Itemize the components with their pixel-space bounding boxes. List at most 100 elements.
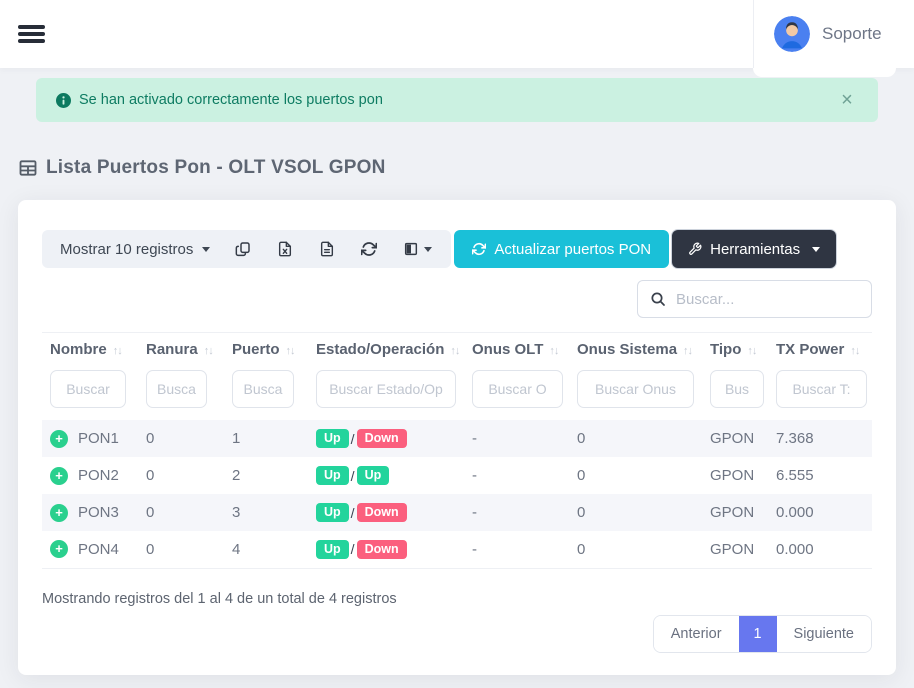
badge-separator: /: [351, 431, 355, 447]
column-header-onus-olt[interactable]: Onus OLT: [464, 333, 569, 369]
header-row: Nombre Ranura Puerto Estado/Operación On…: [42, 333, 872, 369]
cell-ranura: 0: [138, 494, 224, 531]
page-length-select[interactable]: Mostrar 10 registros: [48, 241, 222, 258]
cell-tipo: GPON: [702, 494, 768, 531]
sort-icon: [113, 345, 122, 357]
operation-badge: Down: [357, 540, 407, 559]
filter-input-tipo[interactable]: [710, 370, 764, 408]
expand-row-icon[interactable]: [50, 504, 68, 522]
status-badge: Up: [316, 466, 349, 485]
user-menu[interactable]: Soporte: [753, 0, 896, 68]
cell-onus-olt: -: [464, 494, 569, 531]
cell-tipo: GPON: [702, 420, 768, 457]
cell-puerto: 2: [224, 457, 308, 494]
table-toolbar: Mostrar 10 registros: [42, 230, 872, 268]
sort-icon: [747, 345, 756, 357]
sort-icon: [286, 345, 295, 357]
table-card: Mostrar 10 registros: [18, 200, 896, 675]
cell-onus-sistema: 0: [569, 457, 702, 494]
status-badge: Up: [316, 540, 349, 559]
sort-icon: [850, 345, 859, 357]
table-row: PON3 0 3 Up/Down - 0 GPON 0.000: [42, 494, 872, 531]
navbar-extension: [753, 68, 896, 77]
close-icon[interactable]: [836, 90, 858, 110]
column-header-tipo[interactable]: Tipo: [702, 333, 768, 369]
cell-onus-olt: -: [464, 531, 569, 568]
chevron-down-icon: [424, 247, 432, 252]
refresh-icon: [361, 241, 377, 257]
cell-puerto: 4: [224, 531, 308, 568]
column-header-ranura[interactable]: Ranura: [138, 333, 224, 369]
table-row: PON1 0 1 Up/Down - 0 GPON 7.368: [42, 420, 872, 457]
status-badge: Up: [316, 429, 349, 448]
status-badge: Up: [316, 503, 349, 522]
cell-nombre: PON1: [78, 430, 119, 447]
wrench-icon: [688, 242, 702, 256]
table-row: PON2 0 2 Up/Up - 0 GPON 6.555: [42, 457, 872, 494]
filter-input-estado[interactable]: [316, 370, 456, 408]
cell-onus-olt: -: [464, 457, 569, 494]
column-header-onus-sistema[interactable]: Onus Sistema: [569, 333, 702, 369]
search-box: [637, 280, 872, 318]
filter-input-nombre[interactable]: [50, 370, 126, 408]
cell-ranura: 0: [138, 457, 224, 494]
filter-input-tx-power[interactable]: [776, 370, 867, 408]
cell-ranura: 0: [138, 420, 224, 457]
current-page-button[interactable]: 1: [739, 616, 777, 652]
search-icon: [650, 291, 666, 307]
next-page-button[interactable]: Siguiente: [777, 616, 871, 652]
cell-onus-olt: -: [464, 420, 569, 457]
expand-row-icon[interactable]: [50, 540, 68, 558]
badge-separator: /: [351, 541, 355, 557]
cell-tx-power: 7.368: [768, 420, 872, 457]
filter-input-ranura[interactable]: [146, 370, 207, 408]
update-pon-ports-button[interactable]: Actualizar puertos PON: [454, 230, 669, 268]
filter-input-puerto[interactable]: [232, 370, 294, 408]
sort-icon: [450, 345, 459, 357]
column-header-estado[interactable]: Estado/Operación: [308, 333, 464, 369]
sort-icon: [549, 345, 558, 357]
column-header-nombre[interactable]: Nombre: [42, 333, 138, 369]
column-header-tx-power[interactable]: TX Power: [768, 333, 872, 369]
filter-row: [42, 368, 872, 420]
search-input[interactable]: [676, 291, 859, 308]
excel-icon: [277, 241, 293, 257]
cell-tx-power: 6.555: [768, 457, 872, 494]
file-text-icon: [319, 241, 335, 257]
cell-tipo: GPON: [702, 531, 768, 568]
cell-puerto: 3: [224, 494, 308, 531]
copy-button[interactable]: [222, 241, 264, 257]
filter-input-onus-sistema[interactable]: [577, 370, 694, 408]
info-icon: [56, 93, 71, 108]
cell-onus-sistema: 0: [569, 494, 702, 531]
table-info: Mostrando registros del 1 al 4 de un tot…: [42, 591, 872, 607]
chevron-down-icon: [202, 247, 210, 252]
pagination: Anterior 1 Siguiente: [653, 615, 872, 653]
expand-row-icon[interactable]: [50, 430, 68, 448]
operation-badge: Up: [357, 466, 390, 485]
previous-page-button[interactable]: Anterior: [654, 616, 739, 652]
filter-input-onus-olt[interactable]: [472, 370, 563, 408]
table-row: PON4 0 4 Up/Down - 0 GPON 0.000: [42, 531, 872, 568]
page-title-text: Lista Puertos Pon - OLT VSOL GPON: [46, 157, 386, 179]
expand-row-icon[interactable]: [50, 467, 68, 485]
top-navbar: Soporte: [0, 0, 914, 68]
badge-separator: /: [351, 468, 355, 484]
alert-message: Se han activado correctamente los puerto…: [79, 92, 383, 108]
export-excel-button[interactable]: [264, 241, 306, 257]
cell-nombre: PON3: [78, 504, 119, 521]
tools-dropdown-button[interactable]: Herramientas: [672, 230, 836, 268]
cell-nombre: PON2: [78, 467, 119, 484]
columns-icon: [403, 241, 419, 257]
user-name: Soporte: [822, 24, 882, 44]
table-icon: [18, 158, 38, 178]
reload-table-button[interactable]: [348, 241, 390, 257]
column-visibility-button[interactable]: [390, 241, 445, 257]
cell-nombre: PON4: [78, 541, 119, 558]
cell-tx-power: 0.000: [768, 531, 872, 568]
column-header-puerto[interactable]: Puerto: [224, 333, 308, 369]
cell-onus-sistema: 0: [569, 531, 702, 568]
menu-toggle-icon[interactable]: [18, 18, 48, 50]
sort-icon: [204, 345, 213, 357]
export-file-button[interactable]: [306, 241, 348, 257]
